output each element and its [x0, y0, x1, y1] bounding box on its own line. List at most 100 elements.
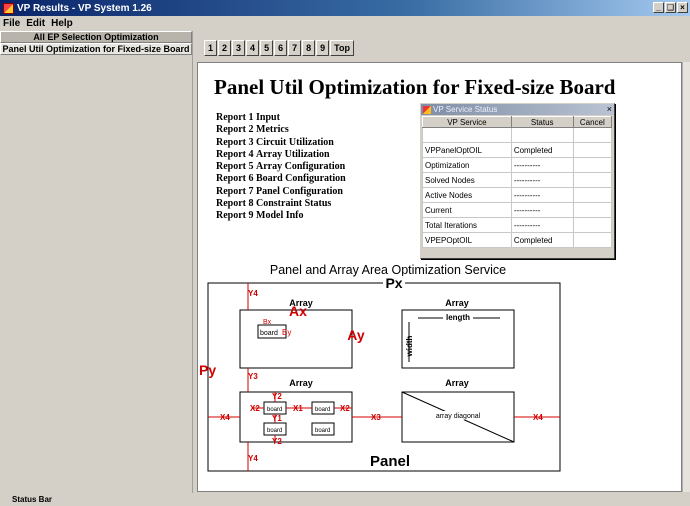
window-title: VP Results - VP System 1.26 — [17, 2, 152, 14]
dimension-lines — [208, 283, 560, 471]
nav-button-6[interactable]: 6 — [274, 40, 288, 56]
maximize-button[interactable]: ❑ — [665, 2, 676, 13]
py-label: Py — [200, 362, 216, 378]
board-label: board — [315, 407, 330, 413]
y2-label-top: Y2 — [272, 392, 282, 401]
minimize-button[interactable]: _ — [653, 2, 664, 13]
table-cell[interactable] — [572, 232, 613, 248]
table-cell: ---------- — [510, 217, 574, 233]
bx-label: Bx — [263, 319, 272, 326]
report-link-4[interactable]: Report 4 Array Utilization — [216, 149, 346, 161]
report-num: Report 9 — [216, 210, 254, 222]
nav-button-9[interactable]: 9 — [316, 40, 330, 56]
table-row: Solved Nodes ---------- — [422, 172, 613, 188]
array-label: Array — [445, 378, 469, 388]
table-row: Active Nodes ---------- — [422, 187, 613, 203]
table-cell — [510, 127, 574, 143]
report-link-1[interactable]: Report 1 Input — [216, 112, 346, 124]
nav-button-5[interactable]: 5 — [260, 40, 274, 56]
report-link-3[interactable]: Report 3 Circuit Utilization — [216, 137, 346, 149]
nav-button-2[interactable]: 2 — [218, 40, 232, 56]
table-row: Total Iterations ---------- — [422, 217, 613, 233]
table-cell[interactable] — [572, 127, 613, 143]
array-label: Array — [445, 298, 469, 308]
table-cell: ---------- — [510, 187, 574, 203]
table-cell: Optimization — [422, 157, 512, 173]
menu-edit[interactable]: Edit — [26, 18, 45, 29]
report-label: Circuit Utilization — [256, 136, 334, 148]
array-label: Array — [289, 378, 313, 388]
report-num: Report 6 — [216, 173, 254, 185]
left-item-ep-selection[interactable]: All EP Selection Optimization — [0, 31, 192, 43]
close-button[interactable]: × — [677, 2, 688, 13]
report-num: Report 3 — [216, 136, 254, 148]
x4-label-right: X4 — [533, 413, 543, 422]
table-cell[interactable] — [572, 142, 613, 158]
nav-button-top[interactable]: Top — [330, 40, 354, 56]
table-cell[interactable] — [572, 217, 613, 233]
table-cell[interactable] — [572, 172, 613, 188]
panel-label: Panel — [370, 453, 410, 470]
report-link-9[interactable]: Report 9 Model Info — [216, 210, 346, 222]
menu-help[interactable]: Help — [51, 18, 73, 29]
table-cell[interactable] — [572, 187, 613, 203]
nav-button-7[interactable]: 7 — [288, 40, 302, 56]
report-num: Report 8 — [216, 198, 254, 210]
report-num: Report 5 — [216, 161, 254, 173]
vertical-scrollbar[interactable] — [682, 62, 690, 492]
report-list: Report 1 Input Report 2 Metrics Report 3 Ci… — [216, 112, 346, 223]
report-link-5[interactable]: Report 5 Array Configuration — [216, 161, 346, 173]
table-cell: Solved Nodes — [422, 172, 512, 188]
dialog-close-button[interactable]: × — [607, 104, 612, 115]
report-label: Constraint Status — [256, 198, 332, 210]
table-cell[interactable] — [572, 202, 613, 218]
report-label: Array Utilization — [256, 148, 330, 160]
table-row: Current ---------- — [422, 202, 613, 218]
report-label: Input — [256, 112, 280, 123]
dialog-title: VP Service Status — [433, 105, 498, 114]
y4-label-bottom: Y4 — [248, 454, 258, 463]
left-item-panel-util[interactable]: Panel Util Optimization for Fixed-size B… — [0, 43, 192, 55]
left-panel: All EP Selection Optimization Panel Util… — [0, 31, 193, 493]
table-cell[interactable] — [572, 157, 613, 173]
table-row: VPPanelOptOIL Completed — [422, 142, 613, 158]
y4-label-top: Y4 — [248, 289, 258, 298]
width-label: width — [405, 335, 414, 357]
report-label: Metrics — [256, 124, 289, 136]
report-title: Panel Util Optimization for Fixed-size B… — [214, 75, 616, 99]
y3-label: Y3 — [248, 372, 258, 381]
nav-button-3[interactable]: 3 — [232, 40, 246, 56]
x4-label-left: X4 — [220, 413, 230, 422]
dialog-title-bar[interactable]: VP Service Status × — [421, 104, 614, 115]
table-cell: Active Nodes — [422, 187, 512, 203]
nav-button-8[interactable]: 8 — [302, 40, 316, 56]
nav-button-1[interactable]: 1 — [204, 40, 218, 56]
report-link-7[interactable]: Report 7 Panel Configuration — [216, 186, 346, 198]
y1-label: Y1 — [272, 414, 282, 423]
table-cell — [422, 127, 512, 143]
report-num: Report 2 — [216, 124, 254, 136]
ax-label: Ax — [289, 303, 307, 319]
column-header-cancel: Cancel — [572, 116, 613, 128]
report-link-6[interactable]: Report 6 Board Configuration — [216, 173, 346, 185]
board-label: board — [267, 428, 282, 434]
column-header-status: Status — [510, 116, 574, 128]
service-table: VP Service Status Cancel VPPanelOptOIL Co… — [422, 116, 613, 248]
report-link-8[interactable]: Report 8 Constraint Status — [216, 198, 346, 210]
column-header-vp-service: VP Service — [422, 116, 512, 128]
title-bar: VP Results - VP System 1.26 _ ❑ × — [0, 0, 690, 16]
report-link-2[interactable]: Report 2 Metrics — [216, 124, 346, 136]
table-cell: Total Iterations — [422, 217, 512, 233]
table-cell: ---------- — [510, 202, 574, 218]
menu-file[interactable]: File — [3, 18, 20, 29]
report-label: Array Configuration — [256, 161, 346, 173]
panel-outline — [207, 282, 561, 472]
table-cell: Current — [422, 202, 512, 218]
menu-bar: File Edit Help — [0, 16, 690, 30]
nav-button-4[interactable]: 4 — [246, 40, 260, 56]
ay-label: Ay — [347, 327, 365, 343]
table-row: Optimization ---------- — [422, 157, 613, 173]
table-cell: VPEPOptOIL — [422, 232, 512, 248]
report-num: Report 7 — [216, 185, 254, 197]
report-num: Report 4 — [216, 148, 254, 160]
